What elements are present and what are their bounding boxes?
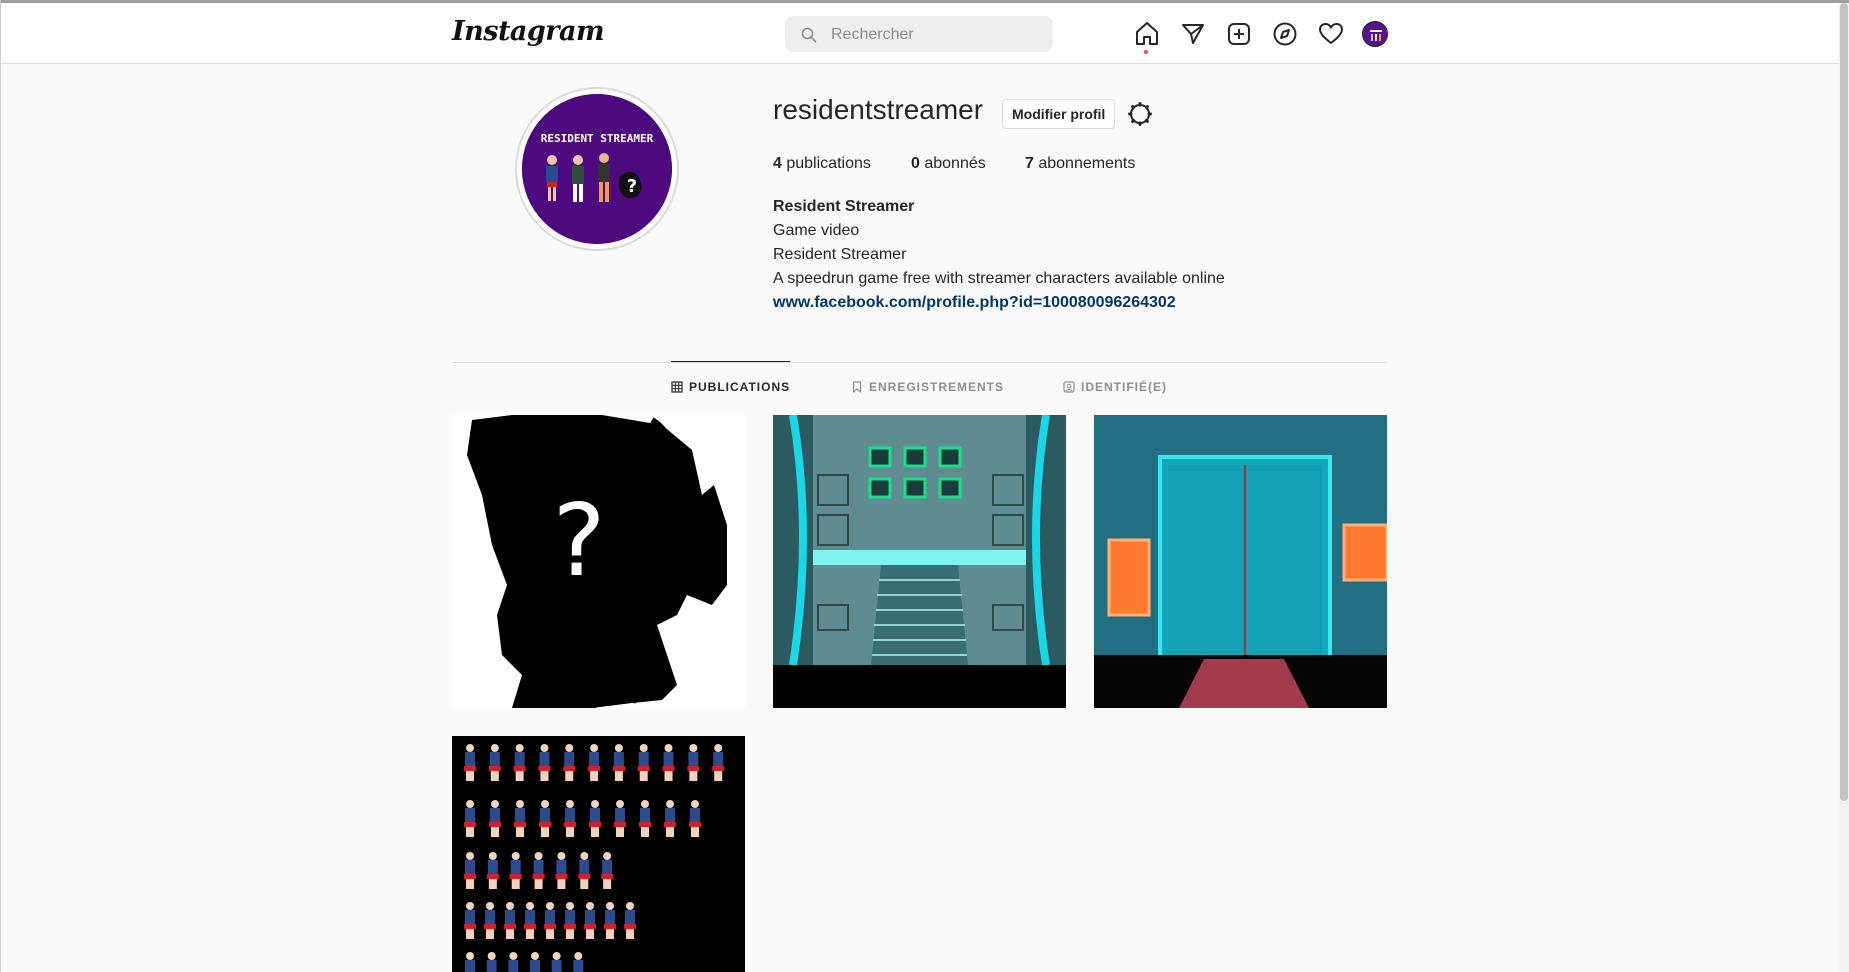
- explore-compass-icon[interactable]: [1272, 21, 1298, 47]
- tab-saved[interactable]: ENREGISTREMENTS: [851, 380, 1004, 394]
- direct-message-icon[interactable]: [1180, 21, 1206, 47]
- scrollbar-thumb[interactable]: [1840, 3, 1848, 801]
- search-input[interactable]: [829, 16, 1048, 54]
- profile-avatar-icon[interactable]: [1362, 21, 1388, 47]
- active-tab-indicator: [671, 361, 790, 362]
- followers-count[interactable]: 0 abonnés: [911, 155, 986, 173]
- tab-tagged[interactable]: IDENTIFIÉ(E): [1063, 380, 1167, 394]
- home-notification-dot: [1144, 50, 1148, 54]
- new-post-icon[interactable]: [1226, 21, 1252, 47]
- top-navigation-bar: Instagram: [1, 3, 1839, 64]
- activity-heart-icon[interactable]: [1318, 21, 1344, 47]
- profile-full-name: Resident Streamer: [773, 198, 915, 215]
- tabs-divider: [452, 362, 1387, 363]
- posts-count: 4 publications: [773, 155, 871, 172]
- edit-profile-button[interactable]: Modifier profil: [1002, 99, 1116, 129]
- post-elevator-doors[interactable]: [1094, 415, 1387, 708]
- post-question-mark: ?: [552, 482, 605, 599]
- post-sprite-sheet[interactable]: [452, 736, 745, 972]
- search-icon: [801, 27, 817, 43]
- tab-publications[interactable]: PUBLICATIONS: [671, 380, 790, 394]
- avatar-question-mark: ?: [627, 176, 637, 197]
- bio-website-link[interactable]: www.facebook.com/profile.php?id=10008009…: [773, 294, 1176, 311]
- profile-category: Game video: [773, 222, 860, 239]
- bio-line-2: A speedrun game free with streamer chara…: [773, 270, 1225, 287]
- settings-gear-icon[interactable]: [1127, 101, 1153, 127]
- post-silhouette-question[interactable]: ?: [452, 415, 745, 708]
- bio-line-1: Resident Streamer: [773, 246, 907, 263]
- window-left-border: [0, 0, 1, 972]
- following-count[interactable]: 7 abonnements: [1025, 155, 1135, 173]
- profile-username: residentstreamer: [773, 94, 984, 125]
- profile-picture[interactable]: RESIDENT STREAMER ?: [522, 94, 672, 244]
- bookmark-icon: [852, 381, 862, 393]
- search-box[interactable]: [785, 16, 1053, 54]
- home-icon[interactable]: [1134, 21, 1160, 47]
- tagged-person-icon: [1063, 381, 1075, 393]
- grid-icon: [671, 381, 683, 393]
- instagram-logo[interactable]: Instagram: [452, 16, 605, 47]
- avatar-title-text: RESIDENT STREAMER: [541, 132, 654, 145]
- post-space-station-stairs[interactable]: [773, 415, 1066, 708]
